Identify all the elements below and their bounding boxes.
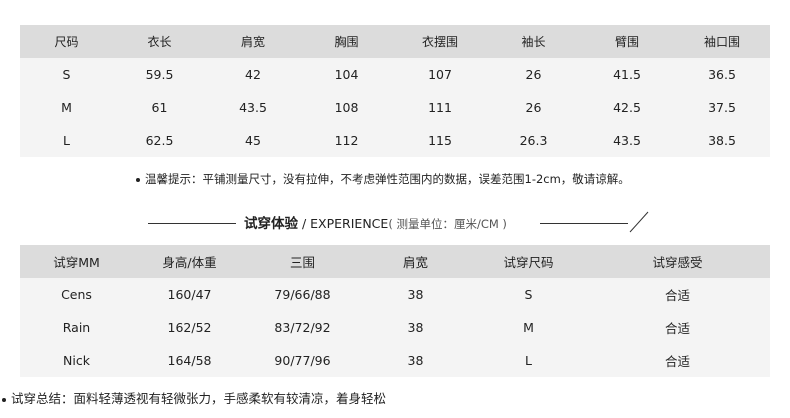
size-header-cell: 尺码 bbox=[20, 25, 113, 58]
table-row: L 62.5 45 112 115 26.3 43.5 38.5 bbox=[20, 124, 770, 157]
table-cell: 36.5 bbox=[674, 58, 770, 91]
table-cell: 38 bbox=[359, 344, 472, 377]
bullet-icon bbox=[136, 177, 140, 182]
table-cell: 合适 bbox=[585, 311, 770, 344]
table-cell: 26 bbox=[487, 91, 580, 124]
measurement-note: 温馨提示：平铺测量尺寸，没有拉伸，不考虑弹性范围内的数据，误差范围1-2cm，敬… bbox=[136, 171, 630, 187]
size-header-cell: 衣长 bbox=[113, 25, 206, 58]
table-cell: 41.5 bbox=[580, 58, 674, 91]
table-cell: 83/72/92 bbox=[246, 311, 359, 344]
table-cell: 111 bbox=[393, 91, 487, 124]
size-header-cell: 肩宽 bbox=[206, 25, 300, 58]
table-cell: 42.5 bbox=[580, 91, 674, 124]
section-title-rest: / EXPERIENCE bbox=[298, 216, 389, 231]
table-cell: 107 bbox=[393, 58, 487, 91]
size-header-cell: 臂围 bbox=[580, 25, 674, 58]
section-heading: 试穿体验 / EXPERIENCE( 测量单位：厘米/CM ) bbox=[244, 214, 507, 234]
table-cell: Nick bbox=[20, 344, 133, 377]
fit-header-cell: 肩宽 bbox=[359, 245, 472, 278]
section-title: 试穿体验 / EXPERIENCE( 测量单位：厘米/CM ) bbox=[0, 211, 790, 234]
table-cell: 61 bbox=[113, 91, 206, 124]
table-cell: Rain bbox=[20, 311, 133, 344]
table-cell: 160/47 bbox=[133, 278, 246, 311]
table-row: Rain 162/52 83/72/92 38 M 合适 bbox=[20, 311, 770, 344]
table-cell: 115 bbox=[393, 124, 487, 157]
size-header-cell: 袖长 bbox=[487, 25, 580, 58]
table-cell: 45 bbox=[206, 124, 300, 157]
size-table-header: 尺码 衣长 肩宽 胸围 衣摆围 袖长 臂围 袖口围 bbox=[20, 25, 770, 58]
table-cell: S bbox=[20, 58, 113, 91]
fit-header-cell: 三围 bbox=[246, 245, 359, 278]
table-cell: 43.5 bbox=[580, 124, 674, 157]
note-text: 温馨提示：平铺测量尺寸，没有拉伸，不考虑弹性范围内的数据，误差范围1-2cm，敬… bbox=[145, 172, 630, 186]
table-cell: 112 bbox=[300, 124, 393, 157]
table-row: M 61 43.5 108 111 26 42.5 37.5 bbox=[20, 91, 770, 124]
table-cell: 合适 bbox=[585, 344, 770, 377]
fit-header-cell: 身高/体重 bbox=[133, 245, 246, 278]
section-subtitle: ( 测量单位：厘米/CM ) bbox=[388, 217, 507, 231]
slash-decoration-icon bbox=[629, 211, 649, 233]
size-table: 尺码 衣长 肩宽 胸围 衣摆围 袖长 臂围 袖口围 S 59.5 42 104 … bbox=[20, 25, 770, 157]
table-cell: 38 bbox=[359, 278, 472, 311]
table-cell: 26 bbox=[487, 58, 580, 91]
fit-header-cell: 试穿MM bbox=[20, 245, 133, 278]
fit-summary: 试穿总结：面料轻薄透视有轻微张力，手感柔软有较清凉，着身轻松 bbox=[0, 380, 790, 418]
table-cell: 164/58 bbox=[133, 344, 246, 377]
table-cell: Cens bbox=[20, 278, 133, 311]
table-cell: 79/66/88 bbox=[246, 278, 359, 311]
table-cell: 合适 bbox=[585, 278, 770, 311]
table-cell: 62.5 bbox=[113, 124, 206, 157]
fit-header-cell: 试穿感受 bbox=[585, 245, 770, 278]
table-cell: 26.3 bbox=[487, 124, 580, 157]
divider-line bbox=[540, 223, 628, 224]
fit-table-header: 试穿MM 身高/体重 三围 肩宽 试穿尺码 试穿感受 bbox=[20, 245, 770, 278]
summary-text: 试穿总结：面料轻薄透视有轻微张力，手感柔软有较清凉，着身轻松 bbox=[11, 391, 387, 406]
size-header-cell: 袖口围 bbox=[674, 25, 770, 58]
table-cell: 162/52 bbox=[133, 311, 246, 344]
table-cell: 42 bbox=[206, 58, 300, 91]
table-row: Cens 160/47 79/66/88 38 S 合适 bbox=[20, 278, 770, 311]
table-cell: 90/77/96 bbox=[246, 344, 359, 377]
table-cell: 104 bbox=[300, 58, 393, 91]
table-cell: M bbox=[20, 91, 113, 124]
section-title-bold: 试穿体验 bbox=[244, 216, 298, 232]
table-cell: 38 bbox=[359, 311, 472, 344]
table-cell: L bbox=[20, 124, 113, 157]
table-cell: 43.5 bbox=[206, 91, 300, 124]
bullet-icon bbox=[2, 397, 6, 402]
table-cell: L bbox=[472, 344, 585, 377]
table-cell: M bbox=[472, 311, 585, 344]
table-cell: 59.5 bbox=[113, 58, 206, 91]
size-header-cell: 胸围 bbox=[300, 25, 393, 58]
fit-table: 试穿MM 身高/体重 三围 肩宽 试穿尺码 试穿感受 Cens 160/47 7… bbox=[20, 245, 770, 377]
table-cell: 37.5 bbox=[674, 91, 770, 124]
divider-line bbox=[148, 223, 236, 224]
table-cell: 108 bbox=[300, 91, 393, 124]
fit-header-cell: 试穿尺码 bbox=[472, 245, 585, 278]
size-header-cell: 衣摆围 bbox=[393, 25, 487, 58]
table-cell: S bbox=[472, 278, 585, 311]
table-row: S 59.5 42 104 107 26 41.5 36.5 bbox=[20, 58, 770, 91]
table-cell: 38.5 bbox=[674, 124, 770, 157]
table-row: Nick 164/58 90/77/96 38 L 合适 bbox=[20, 344, 770, 377]
